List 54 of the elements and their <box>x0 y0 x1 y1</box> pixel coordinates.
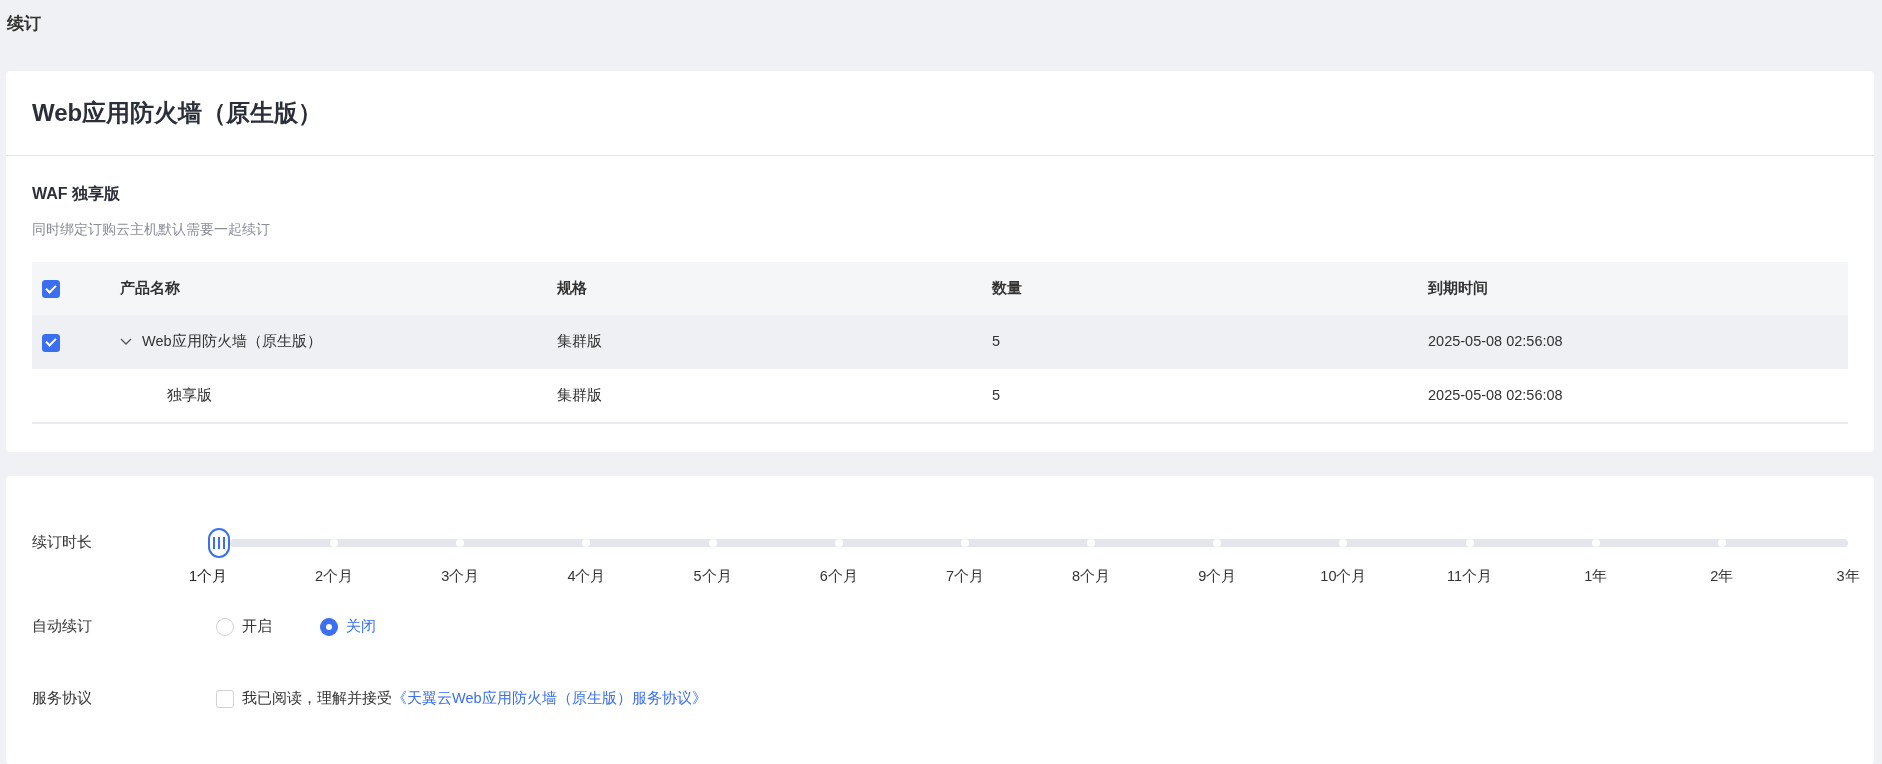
field-label: 续订时长 <box>32 533 93 552</box>
page-title: 续订 <box>6 13 42 35</box>
slider-tick-label[interactable]: 2个月 <box>315 566 354 588</box>
slider-stop <box>960 539 969 547</box>
radio-label[interactable]: 开启 <box>242 616 272 638</box>
table-cell: 2025-05-08 02:56:08 <box>1428 386 1563 403</box>
slider-stop <box>330 539 339 547</box>
slider-tick-label[interactable]: 10个月 <box>1320 566 1367 588</box>
slider-tick-label[interactable]: 3个月 <box>441 566 480 588</box>
table-cell: 集群版 <box>557 386 602 403</box>
agreement-text: 我已阅读，理解并接受《天翼云Web应用防火墙（原生版）服务协议》 <box>242 689 707 709</box>
slider-thumb[interactable] <box>208 528 230 558</box>
table-cell: 5 <box>992 333 1001 350</box>
field-label: 服务协议 <box>32 689 93 709</box>
field-label: 自动续订 <box>32 617 93 637</box>
slider-tick-label[interactable]: 5个月 <box>693 566 732 588</box>
slider-stop <box>1465 539 1474 547</box>
section-note: 同时绑定订购云主机默认需要一起续订 <box>32 220 271 239</box>
slider-tick-label[interactable]: 3年 <box>1836 566 1860 588</box>
slider-tick-label[interactable]: 7个月 <box>945 566 984 588</box>
table-cell: 2025-05-08 02:56:08 <box>1428 333 1563 350</box>
slider-stop <box>1213 539 1222 547</box>
column-header: 数量 <box>992 279 1022 296</box>
slider-tick-label[interactable]: 6个月 <box>819 566 858 588</box>
agreement-link[interactable]: 《天翼云Web应用防火墙（原生版）服务协议》 <box>392 690 707 707</box>
slider-tick-label[interactable]: 9个月 <box>1198 566 1237 588</box>
table-cell: 集群版 <box>557 333 602 350</box>
slider-tick-label[interactable]: 2年 <box>1710 566 1734 588</box>
checkbox[interactable] <box>42 333 60 352</box>
product-title: Web应用防火墙（原生版） <box>32 99 324 128</box>
slider-stop <box>456 539 465 547</box>
slider-stop <box>834 539 843 547</box>
slider-tick-label[interactable]: 11个月 <box>1447 566 1493 588</box>
product-name: 独享版 <box>167 385 212 405</box>
section-title: WAF 独享版 <box>32 183 121 203</box>
slider-tick-label[interactable]: 4个月 <box>567 566 606 588</box>
radio-button[interactable] <box>320 618 338 636</box>
product-name: Web应用防火墙（原生版） <box>142 332 322 352</box>
column-header: 规格 <box>557 279 587 296</box>
slider-stop <box>1087 539 1096 547</box>
table-cell: 5 <box>992 386 1001 403</box>
slider-stop <box>1591 539 1600 547</box>
checkbox[interactable] <box>42 280 60 299</box>
slider-stop <box>1717 539 1726 547</box>
slider-tick-label[interactable]: 1年 <box>1584 566 1608 588</box>
slider-stop <box>708 539 717 547</box>
chevron-icon[interactable] <box>120 338 132 346</box>
column-header: 到期时间 <box>1428 279 1488 296</box>
radio-label[interactable]: 关闭 <box>346 616 376 638</box>
slider-stop <box>582 539 591 547</box>
slider-tick-label[interactable]: 1个月 <box>188 566 228 588</box>
slider-tick-label[interactable]: 8个月 <box>1072 566 1111 588</box>
slider-stop <box>1339 539 1348 547</box>
column-header: 产品名称 <box>120 279 180 296</box>
